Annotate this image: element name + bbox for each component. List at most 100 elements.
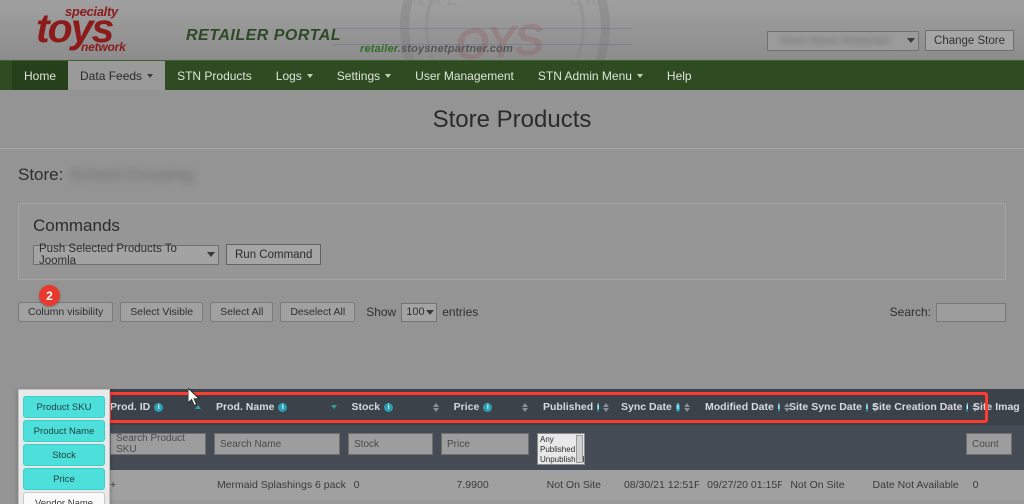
filter-published-multiselect[interactable]: Any Published Unpublished — [537, 433, 585, 465]
column-header-label: Published — [543, 401, 594, 413]
column-header-label: Site Creation Date — [872, 401, 963, 413]
logo-network-text: network — [81, 40, 126, 54]
nav-item-label: Help — [666, 68, 692, 83]
chevron-down-icon — [907, 38, 916, 43]
column-header-prod-name[interactable]: Prod. Name i — [208, 401, 343, 413]
filter-prod-id[interactable]: Search Product SKU — [110, 433, 206, 455]
column-header-prod-id[interactable]: Prod. ID i — [102, 401, 208, 413]
nav-item-stn-products[interactable]: STN Products — [165, 61, 264, 90]
colvis-item-price[interactable]: Price — [23, 468, 105, 490]
column-header-label: Site Imag — [973, 401, 1020, 413]
nav-item-label: Data Feeds — [80, 68, 143, 83]
entries-select[interactable]: 100 — [401, 302, 438, 322]
column-header-published[interactable]: Published i — [535, 401, 613, 413]
datatable-toolbar: 2 Column visibility Select Visible Selec… — [18, 285, 1006, 322]
colvis-item-product-sku[interactable]: Product SKU — [23, 396, 105, 418]
sort-icon[interactable] — [684, 402, 691, 412]
info-icon[interactable]: i — [154, 402, 164, 412]
column-header-stock[interactable]: Stock i — [344, 401, 446, 413]
cell-modified-date: 09/27/20 01:15PM — [707, 479, 783, 491]
cell-site-sync-date: Not On Site — [790, 479, 845, 491]
table-row[interactable]: + Mermaid Splashings 6 pack 0 7.9900 Not… — [102, 470, 1024, 500]
nav-item-label: Logs — [275, 68, 302, 83]
page-title: Store Products — [432, 106, 592, 133]
column-header-sync-date[interactable]: Sync Date i — [613, 401, 697, 413]
entries-value: 100 — [406, 306, 425, 318]
column-header-site-image[interactable]: Site Imag — [965, 401, 1024, 413]
store-label: Store: — [18, 165, 64, 184]
sort-icon[interactable] — [432, 402, 439, 412]
nav-item-help[interactable]: Help — [655, 61, 704, 90]
deselect-all-button[interactable]: Deselect All — [280, 302, 356, 322]
select-visible-button[interactable]: Select Visible — [120, 302, 204, 322]
url-subdomain: retailer — [360, 43, 398, 55]
nav-item-label: STN Admin Menu — [537, 68, 632, 83]
site-logo[interactable]: specialty toys network — [12, 2, 192, 54]
nav-item-label: STN Products — [177, 68, 252, 83]
cell-prod-name: Mermaid Splashings 6 pack — [216, 479, 346, 491]
change-store-button[interactable]: Change Store — [925, 30, 1014, 51]
column-visibility-button[interactable]: Column visibility — [18, 302, 114, 322]
cell-published: Not On Site — [546, 479, 601, 491]
cell-site-creation-date: Date Not Available — [872, 479, 959, 491]
colvis-item-product-name[interactable]: Product Name — [23, 420, 105, 442]
run-command-button[interactable]: Run Command — [226, 244, 322, 265]
filter-price[interactable]: Price — [441, 433, 529, 455]
nav-item-user-management[interactable]: User Management — [403, 61, 526, 90]
commands-panel: Commands Push Selected Products To Jooml… — [18, 203, 1006, 280]
chevron-down-icon — [426, 309, 435, 315]
sort-icon[interactable] — [522, 402, 529, 412]
chevron-down-icon — [306, 73, 313, 78]
info-icon[interactable]: i — [777, 402, 780, 412]
main-navigation: Home Data Feeds STN Products Logs Settin… — [0, 60, 1024, 90]
show-entries-control: Show 100 entries — [366, 302, 479, 322]
nav-item-stn-admin-menu[interactable]: STN Admin Menu — [526, 61, 655, 90]
column-header-label: Modified Date — [705, 401, 774, 413]
table-header-row: Prod. ID i Prod. Name i Stock i Price i — [102, 389, 1024, 425]
column-header-label: Stock — [351, 401, 381, 413]
filter-site-image-count[interactable]: Count — [966, 433, 1012, 455]
nav-item-label: Home — [24, 68, 57, 83]
column-header-site-creation-date[interactable]: Site Creation Date i — [864, 401, 979, 413]
filter-stock[interactable]: Stock — [348, 433, 433, 455]
cell-prod-id: + — [110, 479, 117, 491]
nav-item-home[interactable]: Home — [12, 61, 69, 90]
sort-icon[interactable] — [603, 402, 610, 412]
page-content: Store Products Store: School Crossing Co… — [0, 90, 1024, 504]
sort-icon[interactable] — [330, 405, 337, 409]
info-icon[interactable]: i — [483, 402, 493, 412]
command-select[interactable]: Push Selected Products To Joomla — [33, 242, 219, 267]
select-all-button[interactable]: Select All — [210, 302, 274, 322]
colvis-item-vendor-name[interactable]: Vendor Name — [23, 492, 105, 504]
site-header: NAL ER OYS specialty toys network RETAIL… — [0, 0, 1024, 60]
entries-label: entries — [442, 305, 479, 319]
colvis-item-stock[interactable]: Stock — [23, 444, 105, 466]
command-select-value: Push Selected Products To Joomla — [39, 242, 177, 267]
cell-price: 7.9900 — [456, 479, 489, 491]
app-root: NAL ER OYS specialty toys network RETAIL… — [0, 0, 1024, 504]
chevron-down-icon — [636, 73, 643, 78]
search-input[interactable] — [936, 302, 1006, 322]
search-label: Search: — [889, 305, 931, 319]
info-icon[interactable]: i — [675, 402, 681, 412]
column-header-site-sync-date[interactable]: Site Sync Date i — [781, 401, 878, 413]
info-icon[interactable]: i — [597, 402, 600, 412]
table-filter-row: Search Product SKU Search Name Stock Pri… — [102, 425, 1024, 470]
column-header-price[interactable]: Price i — [446, 401, 535, 413]
info-icon[interactable]: i — [278, 402, 288, 412]
nav-item-data-feeds[interactable]: Data Feeds — [68, 61, 166, 90]
column-header-label: Site Sync Date — [789, 401, 862, 413]
chevron-down-icon — [207, 252, 215, 257]
watermark-arc-text: NAL ER — [412, 0, 603, 10]
filter-prod-name[interactable]: Search Name — [214, 433, 340, 455]
commands-heading: Commands — [33, 216, 120, 235]
sort-icon[interactable] — [195, 405, 202, 409]
info-icon[interactable]: i — [384, 402, 394, 412]
nav-item-logs[interactable]: Logs — [264, 61, 325, 90]
table-row[interactable]: 46000510060 Tan Horse 0 7.9900 Not On Si… — [102, 500, 1024, 504]
multiselect-scrollbar[interactable] — [576, 435, 583, 463]
column-header-modified-date[interactable]: Modified Date i — [697, 401, 790, 413]
store-select[interactable]: Store Name Redacted — [767, 30, 920, 51]
nav-item-settings[interactable]: Settings — [325, 61, 403, 90]
nav-item-label: Settings — [336, 68, 381, 83]
